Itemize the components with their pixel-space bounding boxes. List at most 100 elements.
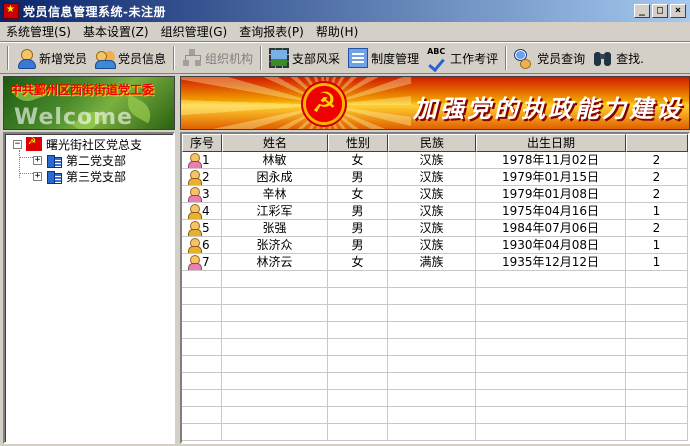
menu-reports[interactable]: 查询报表(P) <box>233 23 310 41</box>
cell-id[interactable] <box>182 407 222 424</box>
menu-system[interactable]: 系统管理(S) <box>0 23 77 41</box>
cell-ethnicity[interactable]: 汉族 <box>388 203 476 220</box>
cell-name[interactable]: 江彩军 <box>222 203 328 220</box>
close-button[interactable]: × <box>670 4 686 18</box>
cell-ethnicity[interactable] <box>388 390 476 407</box>
cell-gender[interactable] <box>328 271 388 288</box>
cell-birthdate[interactable]: 1975年04月16日 <box>476 203 626 220</box>
table-row[interactable]: 4 江彩军男汉族 1975年04月16日 1 <box>182 203 688 220</box>
cell-id[interactable]: 6 <box>182 237 222 254</box>
cell-extra[interactable]: 2 <box>626 169 688 186</box>
cell-birthdate[interactable] <box>476 424 626 441</box>
org-structure-button[interactable]: 组织机构 <box>178 44 257 72</box>
regulations-button[interactable]: 制度管理 <box>344 44 423 72</box>
cell-ethnicity[interactable] <box>388 322 476 339</box>
cell-id[interactable]: 7 <box>182 254 222 271</box>
cell-ethnicity[interactable]: 汉族 <box>388 186 476 203</box>
cell-name[interactable]: 困永成 <box>222 169 328 186</box>
cell-gender[interactable] <box>328 305 388 322</box>
cell-extra[interactable] <box>626 424 688 441</box>
cell-id[interactable]: 2 <box>182 169 222 186</box>
cell-ethnicity[interactable] <box>388 373 476 390</box>
cell-birthdate[interactable]: 1979年01月08日 <box>476 186 626 203</box>
menu-help[interactable]: 帮助(H) <box>310 23 364 41</box>
cell-extra[interactable] <box>626 356 688 373</box>
cell-ethnicity[interactable] <box>388 407 476 424</box>
work-review-button[interactable]: ABC 工作考评 <box>423 44 502 72</box>
cell-extra[interactable] <box>626 407 688 424</box>
cell-id[interactable] <box>182 424 222 441</box>
cell-extra[interactable]: 1 <box>626 203 688 220</box>
cell-ethnicity[interactable]: 汉族 <box>388 152 476 169</box>
cell-birthdate[interactable]: 1984年07月06日 <box>476 220 626 237</box>
menu-settings[interactable]: 基本设置(Z) <box>77 23 155 41</box>
table-row[interactable]: 1 林敏女汉族 1978年11月02日 2 <box>182 152 688 169</box>
cell-birthdate[interactable]: 1978年11月02日 <box>476 152 626 169</box>
cell-extra[interactable]: 1 <box>626 237 688 254</box>
cell-id[interactable] <box>182 390 222 407</box>
member-query-button[interactable]: 党员查询 <box>510 44 589 72</box>
cell-name[interactable]: 林敏 <box>222 152 328 169</box>
cell-name[interactable]: 辛林 <box>222 186 328 203</box>
cell-birthdate[interactable] <box>476 373 626 390</box>
cell-name[interactable] <box>222 271 328 288</box>
cell-ethnicity[interactable]: 汉族 <box>388 169 476 186</box>
cell-id[interactable]: 5 <box>182 220 222 237</box>
cell-gender[interactable] <box>328 390 388 407</box>
cell-birthdate[interactable] <box>476 356 626 373</box>
cell-name[interactable]: 张强 <box>222 220 328 237</box>
cell-extra[interactable] <box>626 271 688 288</box>
cell-gender[interactable] <box>328 424 388 441</box>
column-header-ethnicity[interactable]: 民族 <box>388 134 476 152</box>
cell-name[interactable] <box>222 288 328 305</box>
cell-name[interactable] <box>222 339 328 356</box>
cell-ethnicity[interactable] <box>388 288 476 305</box>
cell-id[interactable] <box>182 305 222 322</box>
cell-gender[interactable]: 女 <box>328 254 388 271</box>
tree-node-branch-3[interactable]: + 第三党支部 <box>33 168 126 184</box>
table-row[interactable]: 3 辛林女汉族 1979年01月08日 2 <box>182 186 688 203</box>
cell-extra[interactable] <box>626 373 688 390</box>
cell-gender[interactable]: 男 <box>328 169 388 186</box>
table-row[interactable]: 2 困永成男汉族 1979年01月15日 2 <box>182 169 688 186</box>
expand-icon[interactable]: + <box>33 171 42 181</box>
cell-name[interactable] <box>222 356 328 373</box>
cell-name[interactable] <box>222 305 328 322</box>
branch-style-button[interactable]: 支部风采 <box>265 44 344 72</box>
cell-extra[interactable]: 2 <box>626 152 688 169</box>
member-info-button[interactable]: 党员信息 <box>91 44 170 72</box>
cell-extra[interactable] <box>626 288 688 305</box>
cell-gender[interactable] <box>328 356 388 373</box>
cell-ethnicity[interactable]: 满族 <box>388 254 476 271</box>
cell-birthdate[interactable] <box>476 271 626 288</box>
cell-name[interactable] <box>222 322 328 339</box>
cell-id[interactable]: 1 <box>182 152 222 169</box>
cell-gender[interactable] <box>328 288 388 305</box>
cell-id[interactable] <box>182 373 222 390</box>
cell-extra[interactable] <box>626 322 688 339</box>
cell-name[interactable] <box>222 373 328 390</box>
table-row[interactable]: 6 张济众男汉族 1930年04月08日 1 <box>182 237 688 254</box>
cell-extra[interactable] <box>626 390 688 407</box>
cell-gender[interactable]: 男 <box>328 220 388 237</box>
cell-gender[interactable] <box>328 373 388 390</box>
cell-id[interactable] <box>182 356 222 373</box>
cell-name[interactable]: 张济众 <box>222 237 328 254</box>
cell-ethnicity[interactable] <box>388 305 476 322</box>
expand-icon[interactable]: + <box>33 155 42 165</box>
column-header-name[interactable]: 姓名 <box>222 134 328 152</box>
column-header-gender[interactable]: 性别 <box>328 134 388 152</box>
cell-gender[interactable]: 女 <box>328 186 388 203</box>
cell-birthdate[interactable]: 1935年12月12日 <box>476 254 626 271</box>
cell-extra[interactable]: 1 <box>626 254 688 271</box>
cell-birthdate[interactable] <box>476 305 626 322</box>
cell-name[interactable]: 林济云 <box>222 254 328 271</box>
cell-id[interactable] <box>182 271 222 288</box>
maximize-button[interactable]: □ <box>652 4 668 18</box>
cell-ethnicity[interactable] <box>388 271 476 288</box>
cell-name[interactable] <box>222 424 328 441</box>
cell-extra[interactable] <box>626 339 688 356</box>
cell-gender[interactable] <box>328 407 388 424</box>
cell-birthdate[interactable]: 1930年04月08日 <box>476 237 626 254</box>
find-button[interactable]: 查找. <box>589 44 648 72</box>
